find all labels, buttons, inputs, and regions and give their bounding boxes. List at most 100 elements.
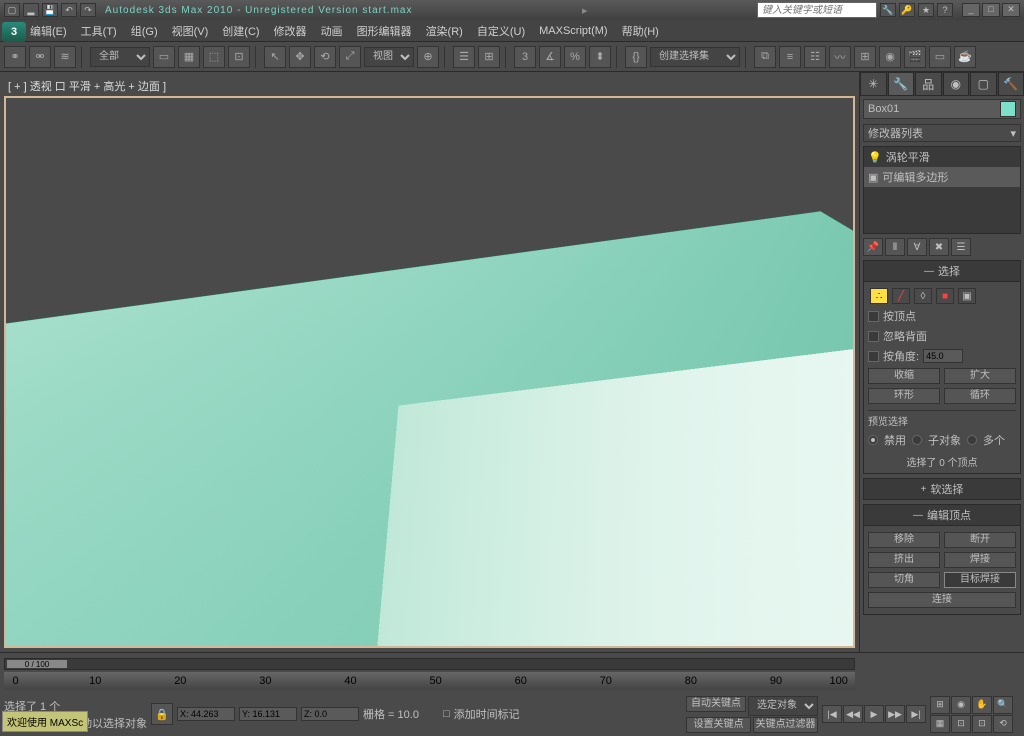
- extrude-button[interactable]: 挤出: [868, 552, 940, 568]
- menu-edit[interactable]: 编辑(E): [30, 23, 67, 39]
- keyfilter-button[interactable]: 关键点过滤器: [753, 717, 818, 733]
- keymode-icon[interactable]: ⊞: [478, 46, 500, 68]
- tab-modify[interactable]: 🔧: [888, 72, 915, 96]
- chamfer-button[interactable]: 切角: [868, 572, 940, 588]
- menu-help[interactable]: 帮助(H): [622, 23, 659, 39]
- unlink-icon[interactable]: ⚮: [29, 46, 51, 68]
- object-name-field[interactable]: Box01: [863, 99, 1021, 119]
- loop-button[interactable]: 循环: [944, 388, 1016, 404]
- save-icon[interactable]: 💾: [42, 3, 58, 17]
- nav-max-icon[interactable]: ⊡: [972, 715, 992, 733]
- shrink-button[interactable]: 收缩: [868, 368, 940, 384]
- select-region-icon[interactable]: ⬚: [203, 46, 225, 68]
- menu-customize[interactable]: 自定义(U): [477, 23, 525, 39]
- new-icon[interactable]: ▢: [4, 3, 20, 17]
- ignore-back-check[interactable]: [868, 331, 879, 342]
- spinner-snap-icon[interactable]: ⬍: [589, 46, 611, 68]
- viewport-label[interactable]: [ + ] 透视 口 平滑 + 高光 + 边面 ]: [8, 78, 166, 94]
- config-icon[interactable]: ☰: [951, 238, 971, 256]
- pin-stack-icon[interactable]: 📌: [863, 238, 883, 256]
- maximize-button[interactable]: □: [982, 3, 1000, 17]
- search-input[interactable]: [757, 2, 877, 18]
- help-icon[interactable]: ?: [937, 3, 953, 17]
- tool2-icon[interactable]: 🔑: [899, 3, 915, 17]
- add-time-tag[interactable]: 添加时间标记: [454, 706, 520, 722]
- nav-rotate-icon[interactable]: ⟲: [993, 715, 1013, 733]
- redo-icon[interactable]: ↷: [80, 3, 96, 17]
- stack-item-editpoly[interactable]: ▣可编辑多边形: [864, 167, 1020, 187]
- tool1-icon[interactable]: 🔧: [880, 3, 896, 17]
- preview-subobj-radio[interactable]: [912, 435, 922, 445]
- preview-multi-radio[interactable]: [967, 435, 977, 445]
- object-color-swatch[interactable]: [1000, 101, 1016, 117]
- tab-motion[interactable]: ◉: [943, 72, 970, 96]
- percent-snap-icon[interactable]: %: [564, 46, 586, 68]
- break-button[interactable]: 断开: [944, 532, 1016, 548]
- z-coord[interactable]: [301, 707, 359, 721]
- menu-render[interactable]: 渲染(R): [426, 23, 463, 39]
- time-ruler[interactable]: 0 10 20 30 40 50 60 70 80 90 100: [4, 672, 855, 690]
- next-frame-icon[interactable]: ▶▶: [885, 705, 905, 723]
- by-vertex-check[interactable]: [868, 311, 879, 322]
- material-icon[interactable]: ◉: [879, 46, 901, 68]
- angle-snap-icon[interactable]: ∡: [539, 46, 561, 68]
- angle-spinner[interactable]: [923, 349, 963, 363]
- menu-graph[interactable]: 图形编辑器: [357, 23, 412, 39]
- link-icon[interactable]: ⚭: [4, 46, 26, 68]
- pivot-icon[interactable]: ⊕: [417, 46, 439, 68]
- tab-display[interactable]: ▢: [970, 72, 997, 96]
- x-coord[interactable]: [177, 707, 235, 721]
- render-icon[interactable]: ☕: [954, 46, 976, 68]
- bind-icon[interactable]: ≋: [54, 46, 76, 68]
- tab-hierarchy[interactable]: 品: [915, 72, 942, 96]
- rollout-selection-header[interactable]: — 选择: [863, 260, 1021, 282]
- mirror-icon[interactable]: ⧉: [754, 46, 776, 68]
- nav-zoom-icon[interactable]: 🔍: [993, 696, 1013, 714]
- tab-utilities[interactable]: 🔨: [998, 72, 1024, 96]
- align-icon[interactable]: ≡: [779, 46, 801, 68]
- nav-zoomext-icon[interactable]: ▦: [930, 715, 950, 733]
- select-name-icon[interactable]: ▦: [178, 46, 200, 68]
- remove-mod-icon[interactable]: ✖: [929, 238, 949, 256]
- window-cross-icon[interactable]: ⊡: [228, 46, 250, 68]
- show-result-icon[interactable]: Ⅱ: [885, 238, 905, 256]
- rotate-icon[interactable]: ⟲: [314, 46, 336, 68]
- close-button[interactable]: ✕: [1002, 3, 1020, 17]
- scale-icon[interactable]: ⤢: [339, 46, 361, 68]
- menu-maxscript[interactable]: MAXScript(M): [539, 25, 607, 37]
- menu-group[interactable]: 组(G): [131, 23, 158, 39]
- key-mode-dropdown[interactable]: 选定对象: [748, 696, 818, 716]
- move-icon[interactable]: ✥: [289, 46, 311, 68]
- nav-pan-icon[interactable]: ⊞: [930, 696, 950, 714]
- welcome-toast[interactable]: 欢迎使用 MAXSc: [2, 711, 88, 732]
- subobj-poly-icon[interactable]: ■: [936, 288, 954, 304]
- undo-icon[interactable]: ↶: [61, 3, 77, 17]
- goto-start-icon[interactable]: |◀: [822, 705, 842, 723]
- viewport-canvas[interactable]: [4, 96, 855, 648]
- named-sel-icon[interactable]: {}: [625, 46, 647, 68]
- tab-create[interactable]: ✳: [860, 72, 887, 96]
- viewport[interactable]: [ + ] 透视 口 平滑 + 高光 + 边面 ]: [0, 72, 859, 652]
- unique-icon[interactable]: ∀: [907, 238, 927, 256]
- named-sel-set[interactable]: 创建选择集: [650, 47, 740, 67]
- subobj-element-icon[interactable]: ▣: [958, 288, 976, 304]
- render-frame-icon[interactable]: ▭: [929, 46, 951, 68]
- weld-button[interactable]: 焊接: [944, 552, 1016, 568]
- snap-icon[interactable]: 3: [514, 46, 536, 68]
- ref-coord[interactable]: 视图: [364, 47, 414, 67]
- by-angle-check[interactable]: [868, 351, 879, 362]
- connect-button[interactable]: 连接: [868, 592, 1016, 608]
- menu-views[interactable]: 视图(V): [172, 23, 209, 39]
- autokey-button[interactable]: 自动关键点: [686, 696, 746, 712]
- selection-filter[interactable]: 全部: [90, 47, 150, 67]
- setkey-button[interactable]: 设置关键点: [686, 717, 751, 733]
- menu-modifiers[interactable]: 修改器: [274, 23, 307, 39]
- nav-fov-icon[interactable]: ⊡: [951, 715, 971, 733]
- menu-create[interactable]: 创建(C): [222, 23, 259, 39]
- minimize-button[interactable]: _: [962, 3, 980, 17]
- nav-hand-icon[interactable]: ✋: [972, 696, 992, 714]
- menu-tools[interactable]: 工具(T): [81, 23, 117, 39]
- subobj-border-icon[interactable]: ◊: [914, 288, 932, 304]
- open-icon[interactable]: ▂: [23, 3, 39, 17]
- subobj-vertex-icon[interactable]: ∴: [870, 288, 888, 304]
